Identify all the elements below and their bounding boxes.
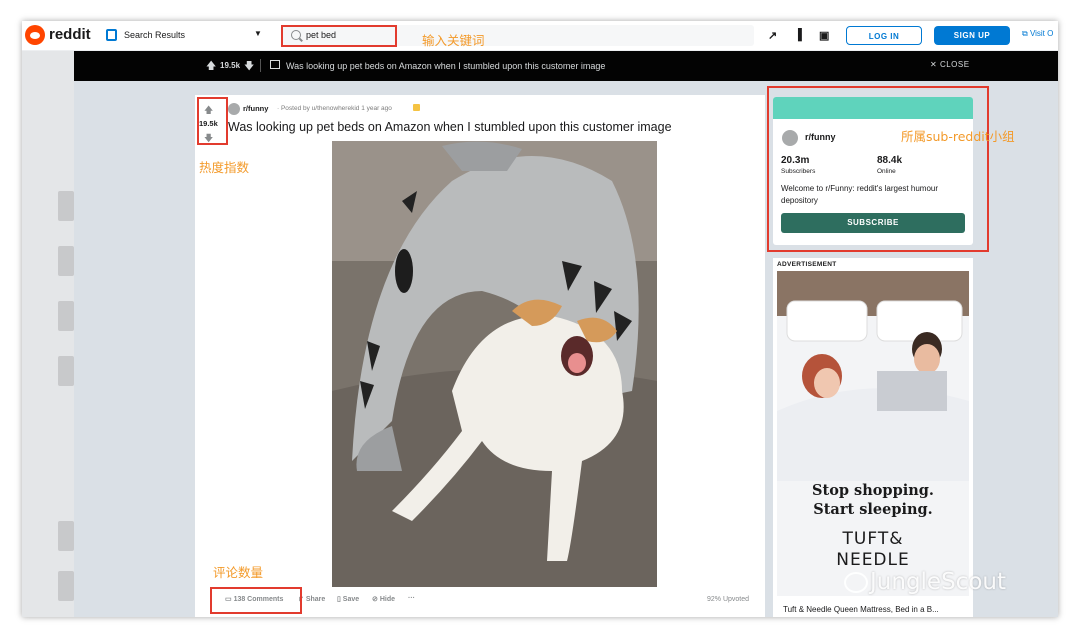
annotation-subreddit-text: 所属sub-reddit小组 (901, 129, 1015, 144)
reddit-wordmark[interactable]: reddit (49, 26, 91, 43)
more-options-button[interactable]: ··· (408, 595, 415, 602)
hide-label: Hide (379, 596, 395, 603)
sign-up-button[interactable]: SIGN UP (934, 26, 1010, 45)
stats-icon[interactable]: ▐ (794, 29, 802, 41)
annotation-box-search (281, 25, 397, 47)
annotation-search-text: 输入关键词 (422, 33, 485, 48)
divider (260, 59, 261, 72)
location-dropdown-label[interactable]: Search Results (124, 30, 185, 40)
chevron-down-icon[interactable]: ▼ (254, 29, 262, 38)
save-button[interactable]: ▯ Save (337, 595, 359, 603)
wechat-watermark-icon (844, 572, 868, 593)
ad-image[interactable]: Stop shopping. Start sleeping. TUFT& NEE… (777, 271, 969, 596)
video-icon[interactable]: ▣ (819, 29, 829, 42)
award-icon (413, 104, 420, 111)
ad-headline-line-2: Start sleeping. (813, 501, 933, 518)
ad-brand-logo: TUFT& NEEDLE (777, 529, 969, 571)
post-bar-title: Was looking up pet beds on Amazon when I… (286, 61, 606, 71)
feed-thumbnail (58, 356, 74, 386)
post-title[interactable]: Was looking up pet beds on Amazon when I… (228, 120, 672, 134)
advertisement-label: ADVERTISEMENT (777, 261, 837, 268)
save-label: Save (342, 596, 360, 603)
ad-brand-line-2: NEEDLE (836, 550, 910, 570)
ad-headline: Stop shopping. Start sleeping. (777, 481, 969, 519)
annotation-comments-text: 评论数量 (213, 565, 264, 580)
annotation-score-text: 热度指数 (199, 160, 250, 175)
downvote-arrow-icon[interactable]: 🡇 (244, 59, 254, 76)
search-results-icon (106, 29, 117, 41)
upvote-arrow-icon[interactable]: 🡅 (206, 59, 216, 76)
watermark-text: JungleScout (870, 569, 1006, 595)
ad-caption-link[interactable]: Tuft & Needle Queen Mattress, Bed in a B… (783, 605, 939, 614)
trending-icon[interactable]: ↗ (768, 29, 777, 42)
share-button[interactable]: ↱ Share (298, 595, 325, 603)
close-label: CLOSE (939, 60, 970, 69)
reddit-logo-icon[interactable] (25, 25, 45, 45)
subreddit-avatar[interactable] (228, 103, 240, 115)
ad-brand-line-1: TUFT& (842, 529, 904, 549)
post-top-bar: 🡅 19.5k 🡇 Was looking up pet beds on Ama… (74, 51, 1058, 81)
close-button[interactable]: ✕ CLOSE (930, 60, 970, 69)
ad-headline-line-1: Stop shopping. (812, 482, 934, 499)
post-bar-score: 19.5k (220, 61, 241, 70)
post-image[interactable] (332, 141, 657, 587)
post-card: 🡅 19.5k 🡇 r/funny · Posted by u/thenowhe… (195, 95, 765, 617)
feed-thumbnail (58, 246, 74, 276)
advertisement-card: ADVERTISEMENT Stop shopping. Start sleep… (773, 258, 973, 617)
share-label: Share (305, 596, 326, 603)
annotation-box-comments (210, 587, 302, 614)
feed-thumbnail (58, 191, 74, 221)
visit-link[interactable]: ⧉ Visit O (1022, 29, 1053, 39)
cat-in-shark-bed-image (332, 141, 657, 587)
annotation-box-subreddit (767, 86, 989, 252)
feed-thumbnail (58, 521, 74, 551)
posted-by-text: · Posted by u/thenowherekid 1 year ago (277, 105, 392, 112)
image-post-icon (270, 60, 280, 69)
feed-thumbnail (58, 301, 74, 331)
annotation-box-score (197, 97, 228, 145)
subreddit-link[interactable]: r/funny (243, 104, 268, 113)
upvoted-percentage: 92% Upvoted (707, 596, 750, 603)
top-header: reddit Search Results ▼ pet bed ↗ ▐ ▣ LO… (22, 21, 1058, 51)
visit-link-label: Visit O (1029, 29, 1054, 38)
log-in-button[interactable]: LOG IN (846, 26, 922, 45)
background-feed-strip (22, 51, 74, 617)
feed-thumbnail (58, 571, 74, 601)
hide-button[interactable]: ⊘ Hide (372, 595, 395, 603)
